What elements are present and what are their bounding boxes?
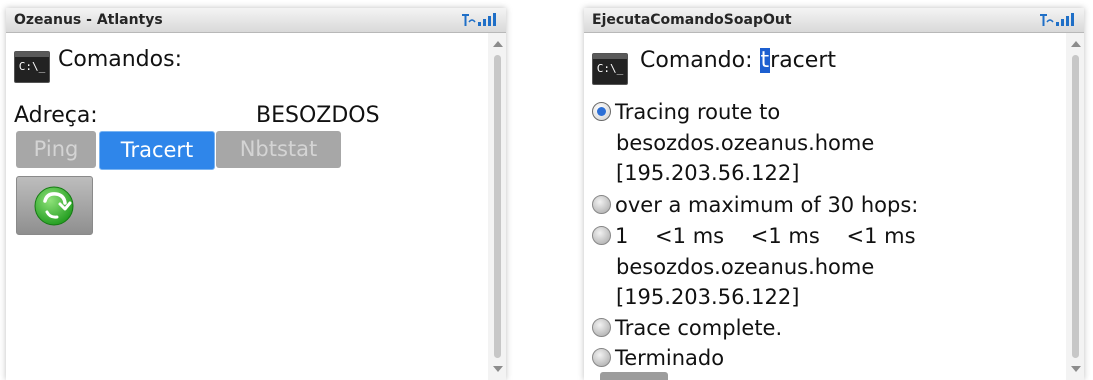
text-cursor: t bbox=[759, 48, 771, 73]
scroll-track[interactable] bbox=[1072, 55, 1079, 358]
scroll-down-icon[interactable] bbox=[1071, 366, 1081, 372]
nbtstat-button[interactable]: Nbtstat bbox=[216, 131, 341, 168]
radio-icon[interactable] bbox=[592, 348, 611, 367]
scroll-thumb[interactable] bbox=[1072, 55, 1079, 358]
scrollbar[interactable] bbox=[488, 33, 506, 380]
scroll-thumb[interactable] bbox=[494, 55, 501, 358]
heading-comandos: Comandos: bbox=[58, 47, 182, 72]
green-arrow-refresh-icon bbox=[34, 186, 74, 226]
address-label: Adreça: bbox=[14, 103, 98, 128]
partial-button[interactable] bbox=[600, 372, 668, 380]
command-prompt-icon: C:\_ bbox=[14, 51, 50, 83]
output-line: besozdos.ozeanus.home bbox=[616, 255, 875, 279]
signal-strength-icon bbox=[1040, 13, 1074, 26]
radio-icon[interactable] bbox=[592, 318, 611, 337]
app-title: Ozeanus - Atlantys bbox=[14, 12, 163, 28]
scrollbar[interactable] bbox=[1066, 33, 1084, 380]
scroll-down-icon[interactable] bbox=[493, 366, 503, 372]
main-content: C:\_ Comandos: Adreça: BESOZDOS Ping Tra… bbox=[6, 33, 506, 380]
signal-strength-icon bbox=[462, 13, 496, 26]
output-line[interactable]: over a maximum of 30 hops: bbox=[592, 193, 918, 223]
output-line: besozdos.ozeanus.home bbox=[616, 131, 875, 155]
address-value-field[interactable]: BESOZDOS bbox=[256, 103, 380, 128]
scroll-up-icon[interactable] bbox=[493, 41, 503, 47]
radio-selected-icon[interactable] bbox=[592, 102, 611, 121]
go-button[interactable] bbox=[16, 176, 93, 235]
command-prompt-icon: C:\_ bbox=[592, 53, 628, 85]
title-bar: Ozeanus - Atlantys bbox=[6, 8, 506, 33]
command-input[interactable]: tracert bbox=[759, 48, 836, 73]
output-line: [195.203.56.122] bbox=[616, 161, 800, 185]
output-line[interactable]: Trace complete. bbox=[592, 316, 782, 346]
command-label: Comando: tracert bbox=[640, 48, 836, 73]
right-screen: EjecutaComandoSoapOut C:\_ Comando: trac… bbox=[584, 8, 1084, 380]
tracert-button[interactable]: Tracert bbox=[99, 131, 215, 170]
app-title: EjecutaComandoSoapOut bbox=[592, 12, 792, 28]
scroll-track[interactable] bbox=[494, 55, 501, 358]
radio-icon[interactable] bbox=[592, 195, 611, 214]
radio-icon[interactable] bbox=[592, 226, 611, 245]
scroll-up-icon[interactable] bbox=[1071, 41, 1081, 47]
output-line: [195.203.56.122] bbox=[616, 285, 800, 309]
output-line[interactable]: Tracing route to bbox=[592, 100, 780, 130]
left-screen: Ozeanus - Atlantys C:\_ Comandos: Adreça… bbox=[6, 8, 506, 380]
main-content: C:\_ Comando: tracert Tracing route to b… bbox=[584, 33, 1084, 380]
ping-button[interactable]: Ping bbox=[16, 131, 96, 168]
title-bar: EjecutaComandoSoapOut bbox=[584, 8, 1084, 33]
output-line[interactable]: 1 <1 ms <1 ms <1 ms bbox=[592, 224, 916, 254]
